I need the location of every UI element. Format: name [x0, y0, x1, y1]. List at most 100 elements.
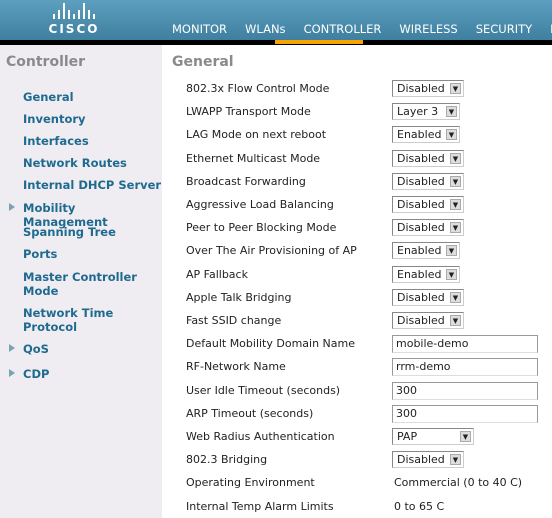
- setting-row: 802.3 Bridging Disabled ▼: [186, 451, 552, 469]
- setting-label: Web Radius Authentication: [186, 430, 335, 443]
- sidebar-item-network-routes[interactable]: Network Routes: [23, 156, 163, 170]
- web-radius-authentication-select[interactable]: PAP ▼: [392, 428, 474, 445]
- dropdown-arrow-icon[interactable]: ▼: [446, 129, 457, 141]
- user-idle-timeout-seconds--input[interactable]: 300: [392, 381, 538, 400]
- peer-to-peer-blocking-mode-select[interactable]: Disabled ▼: [392, 219, 464, 237]
- sidebar-item-label: Network Routes: [23, 156, 127, 170]
- 802-3-bridging-select[interactable]: Disabled ▼: [392, 451, 464, 469]
- dropdown-arrow-icon[interactable]: ▼: [446, 106, 457, 118]
- 802-3x-flow-control-mode-select[interactable]: Disabled ▼: [392, 80, 464, 97]
- dropdown-arrow-icon[interactable]: ▼: [450, 291, 461, 303]
- setting-label: 802.3x Flow Control Mode: [186, 82, 330, 95]
- setting-row: Default Mobility Domain Name mobile-demo: [186, 335, 552, 354]
- sidebar-item-label: Ports: [23, 247, 58, 261]
- broadcast-forwarding-select[interactable]: Disabled ▼: [392, 172, 464, 190]
- setting-row: Over The Air Provisioning of AP Enabled ▼: [186, 242, 552, 260]
- dropdown-arrow-icon[interactable]: ▼: [450, 83, 461, 94]
- nav-tab-wlans[interactable]: WLANs: [245, 22, 295, 40]
- selected-value: Enabled: [397, 267, 442, 281]
- sidebar-item-label: QoS: [23, 342, 49, 356]
- dropdown-arrow-icon[interactable]: ▼: [446, 268, 457, 280]
- sidebar: Controller General Inventory Interfaces Net…: [0, 45, 162, 518]
- page-title: General: [172, 54, 234, 70]
- cisco-logo: CISCO: [44, 3, 104, 37]
- default-mobility-domain-name-input[interactable]: mobile-demo: [392, 335, 538, 354]
- setting-label: Over The Air Provisioning of AP: [186, 244, 357, 258]
- setting-label: User Idle Timeout (seconds): [186, 383, 341, 397]
- setting-label: ARP Timeout (seconds): [186, 406, 314, 420]
- setting-label: RF-Network Name: [186, 360, 286, 374]
- operating-environment-value: Commercial (0 to 40 C): [394, 476, 523, 490]
- dropdown-arrow-icon[interactable]: ▼: [450, 199, 461, 210]
- setting-row: AP Fallback Enabled ▼: [186, 265, 552, 284]
- setting-label: Broadcast Forwarding: [186, 174, 306, 188]
- sidebar-item-inventory[interactable]: Inventory: [23, 112, 163, 126]
- sidebar-item-label: CDP: [23, 367, 50, 381]
- expand-arrow-icon[interactable]: [9, 369, 15, 377]
- sidebar-item-label: Spanning Tree: [23, 225, 116, 239]
- sidebar-item-spanning-tree[interactable]: Spanning Tree: [23, 225, 163, 239]
- sidebar-item-label: General: [23, 90, 74, 104]
- dropdown-arrow-icon[interactable]: ▼: [446, 245, 457, 257]
- expand-arrow-icon[interactable]: [9, 344, 15, 352]
- setting-row: Internal Temp Alarm Limits 0 to 65 C: [186, 498, 552, 516]
- lag-mode-on-next-reboot-select[interactable]: Enabled ▼: [392, 126, 460, 144]
- nav-tab-controller[interactable]: CONTROLLER: [304, 22, 391, 40]
- setting-row: Broadcast Forwarding Disabled ▼: [186, 172, 552, 191]
- setting-row: User Idle Timeout (seconds) 300: [186, 381, 552, 400]
- fast-ssid-change-select[interactable]: Disabled ▼: [392, 312, 464, 329]
- sidebar-item-cdp[interactable]: CDP: [9, 367, 163, 381]
- selected-value: Disabled: [397, 221, 445, 235]
- selected-value: Disabled: [397, 314, 445, 327]
- selected-value: Disabled: [397, 151, 445, 165]
- dropdown-arrow-icon[interactable]: ▼: [460, 431, 471, 442]
- setting-row: Fast SSID change Disabled ▼: [186, 312, 552, 330]
- sidebar-item-ports[interactable]: Ports: [23, 247, 163, 261]
- aggressive-load-balancing-select[interactable]: Disabled ▼: [392, 196, 464, 213]
- lwapp-transport-mode-select[interactable]: Layer 3 ▼: [392, 103, 460, 121]
- sidebar-item-internal-dhcp-server[interactable]: Internal DHCP Server: [23, 178, 163, 192]
- setting-row: RF-Network Name rrm-demo: [186, 358, 552, 377]
- sidebar-item-master-controller-mode[interactable]: Master Controller Mode: [23, 270, 163, 298]
- selected-value: Disabled: [397, 198, 445, 211]
- setting-label: Fast SSID change: [186, 314, 282, 327]
- expand-arrow-icon[interactable]: [9, 203, 15, 211]
- over-the-air-provisioning-of-ap-select[interactable]: Enabled ▼: [392, 242, 460, 260]
- sidebar-item-interfaces[interactable]: Interfaces: [23, 134, 163, 148]
- sidebar-item-label: Inventory: [23, 112, 86, 126]
- sidebar-item-general[interactable]: General: [23, 90, 163, 104]
- nav-tab-wireless[interactable]: WIRELESS: [399, 22, 466, 40]
- setting-row: 802.3x Flow Control Mode Disabled ▼: [186, 80, 552, 98]
- setting-label: Default Mobility Domain Name: [186, 337, 356, 351]
- apple-talk-bridging-select[interactable]: Disabled ▼: [392, 288, 464, 306]
- nav-tab-security[interactable]: SECURITY: [476, 22, 541, 40]
- sidebar-item-label: Internal DHCP Server: [23, 178, 162, 192]
- setting-label: LWAPP Transport Mode: [186, 105, 311, 119]
- setting-row: Apple Talk Bridging Disabled ▼: [186, 288, 552, 307]
- ethernet-multicast-mode-select[interactable]: Disabled ▼: [392, 149, 464, 167]
- dropdown-arrow-icon[interactable]: ▼: [450, 175, 461, 187]
- sidebar-item-network-time-protocol[interactable]: Network Time Protocol: [23, 306, 163, 334]
- dropdown-arrow-icon[interactable]: ▼: [450, 222, 461, 234]
- setting-row: Peer to Peer Blocking Mode Disabled ▼: [186, 219, 552, 237]
- setting-label: Ethernet Multicast Mode: [186, 151, 321, 165]
- internal-temp-alarm-limits-value: 0 to 65 C: [394, 499, 445, 513]
- sidebar-item-qos[interactable]: QoS: [9, 342, 163, 356]
- dropdown-arrow-icon[interactable]: ▼: [450, 152, 461, 164]
- sidebar-item-label: Interfaces: [23, 134, 89, 148]
- dropdown-arrow-icon[interactable]: ▼: [450, 454, 461, 466]
- selected-value: Enabled: [397, 128, 442, 142]
- ap-fallback-select[interactable]: Enabled ▼: [392, 265, 460, 283]
- setting-label: AP Fallback: [186, 267, 248, 281]
- selected-value: Enabled: [397, 244, 442, 258]
- setting-row: Operating Environment Commercial (0 to 40…: [186, 474, 552, 492]
- nav-tab-monitor[interactable]: MONITOR: [172, 22, 236, 40]
- dropdown-arrow-icon[interactable]: ▼: [450, 315, 461, 326]
- setting-label: Aggressive Load Balancing: [186, 198, 334, 211]
- setting-row: LAG Mode on next reboot Enabled ▼: [186, 126, 552, 144]
- arp-timeout-seconds--input[interactable]: 300: [392, 404, 538, 423]
- setting-row: ARP Timeout (seconds) 300: [186, 404, 552, 423]
- rf-network-name-input[interactable]: rrm-demo: [392, 358, 538, 377]
- sidebar-title: Controller: [6, 54, 86, 70]
- setting-row: Aggressive Load Balancing Disabled ▼: [186, 196, 552, 214]
